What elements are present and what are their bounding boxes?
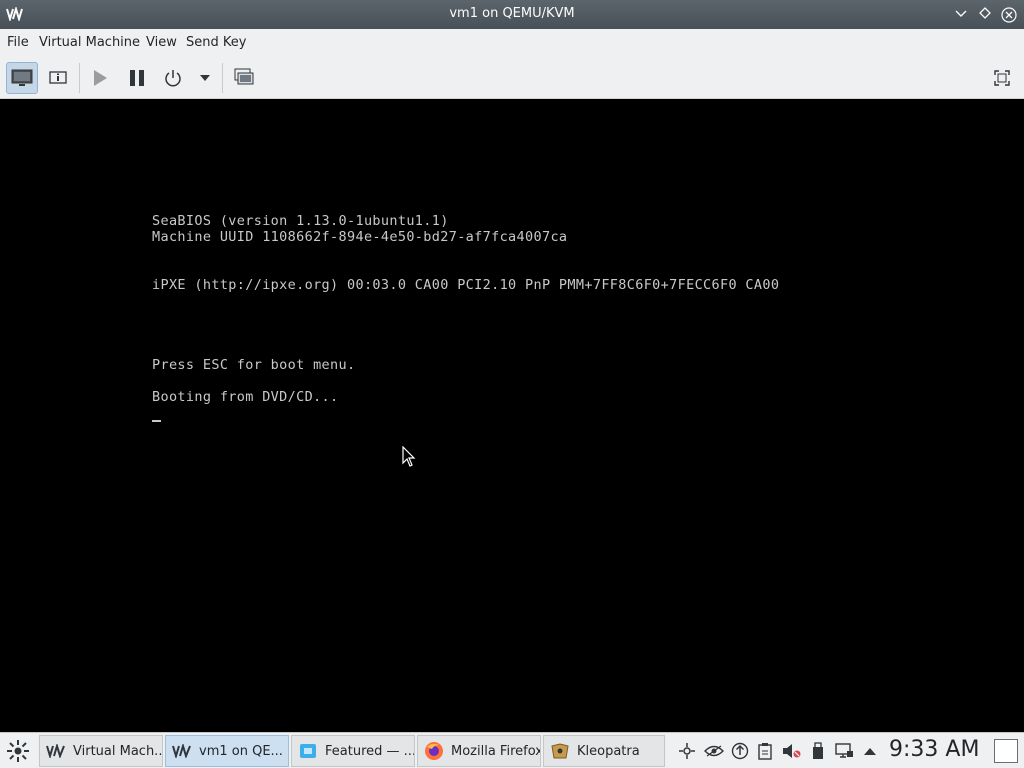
launcher-icon [7,740,29,762]
virt-manager-icon [172,742,192,760]
kde-connect-icon[interactable] [677,741,697,761]
close-button[interactable] [1000,5,1018,23]
task-vm1-console[interactable]: vm1 on QE... [165,735,289,767]
device-notifier-icon[interactable] [808,741,828,761]
console-view-button[interactable] [6,62,38,94]
task-label: Kleopatra [577,743,640,759]
console-line: Press ESC for boot menu. [152,357,356,373]
console-line: Machine UUID 1108662f-894e-4e50-bd27-af7… [152,229,568,245]
pause-button[interactable] [121,62,153,94]
discover-icon [298,742,318,760]
play-icon [94,70,107,86]
toolbar [0,57,1024,99]
console-line: iPXE (http://ipxe.org) 00:03.0 CA00 PCI2… [152,277,780,293]
clock[interactable]: 9:33 AM [889,737,979,762]
snapshots-button[interactable] [228,62,260,94]
task-virtual-machine-manager[interactable]: Virtual Mach... [39,735,163,767]
console-line: SeaBIOS (version 1.13.0-1ubuntu1.1) [152,213,449,229]
task-label: Mozilla Firefox [451,743,540,759]
diamond-icon [979,7,991,19]
window-title: vm1 on QEMU/KVM [449,6,575,21]
task-label: Featured — ... [325,743,414,759]
task-firefox[interactable]: Mozilla Firefox [417,735,541,767]
clipboard-icon[interactable] [755,741,775,761]
snapshots-icon [234,68,254,85]
text-cursor [152,420,161,422]
monitor-icon [11,69,33,86]
volume-muted-icon[interactable] [782,741,802,761]
console-line: Booting from DVD/CD... [152,389,339,405]
kleopatra-icon [550,742,570,760]
minimize-button[interactable] [952,5,970,23]
eye-icon[interactable] [704,741,724,761]
task-kleopatra[interactable]: Kleopatra [543,735,665,767]
chevron-down-icon [955,10,967,17]
update-icon[interactable] [730,741,750,761]
fullscreen-button[interactable] [986,62,1018,94]
application-launcher[interactable] [4,737,32,765]
power-icon [165,70,181,87]
show-desktop-button[interactable] [994,739,1018,763]
shutdown-menu-button[interactable] [189,62,221,94]
task-label: vm1 on QE... [199,743,283,759]
details-view-button[interactable] [42,62,74,94]
vm-console[interactable]: SeaBIOS (version 1.13.0-1ubuntu1.1) Mach… [0,99,1024,732]
firefox-icon [424,742,444,760]
run-button[interactable] [84,62,116,94]
maximize-button[interactable] [976,5,994,23]
task-label: Virtual Mach... [73,743,162,759]
info-icon [49,71,67,84]
network-icon[interactable] [834,741,854,761]
menu-view[interactable]: View [146,35,177,50]
menu-file[interactable]: File [7,35,29,50]
virt-manager-icon [46,742,66,760]
close-circle-icon [1001,7,1017,23]
fullscreen-icon [994,70,1010,86]
taskbar: Virtual Mach... vm1 on QE... Featured — … [0,732,1024,768]
toolbar-separator [222,63,223,93]
shutdown-button[interactable] [157,62,189,94]
menu-send-key[interactable]: Send Key [186,35,246,50]
task-discover-featured[interactable]: Featured — ... [291,735,415,767]
mouse-pointer-icon [402,446,416,467]
toolbar-separator [79,63,80,93]
window-titlebar[interactable]: vm1 on QEMU/KVM [0,0,1024,29]
dropdown-arrow-icon [200,75,210,81]
pause-icon [130,70,144,86]
tray-expand-arrow-icon[interactable] [860,741,880,761]
menu-bar: File Virtual Machine View Send Key [0,29,1024,57]
menu-virtual-machine[interactable]: Virtual Machine [39,35,140,50]
